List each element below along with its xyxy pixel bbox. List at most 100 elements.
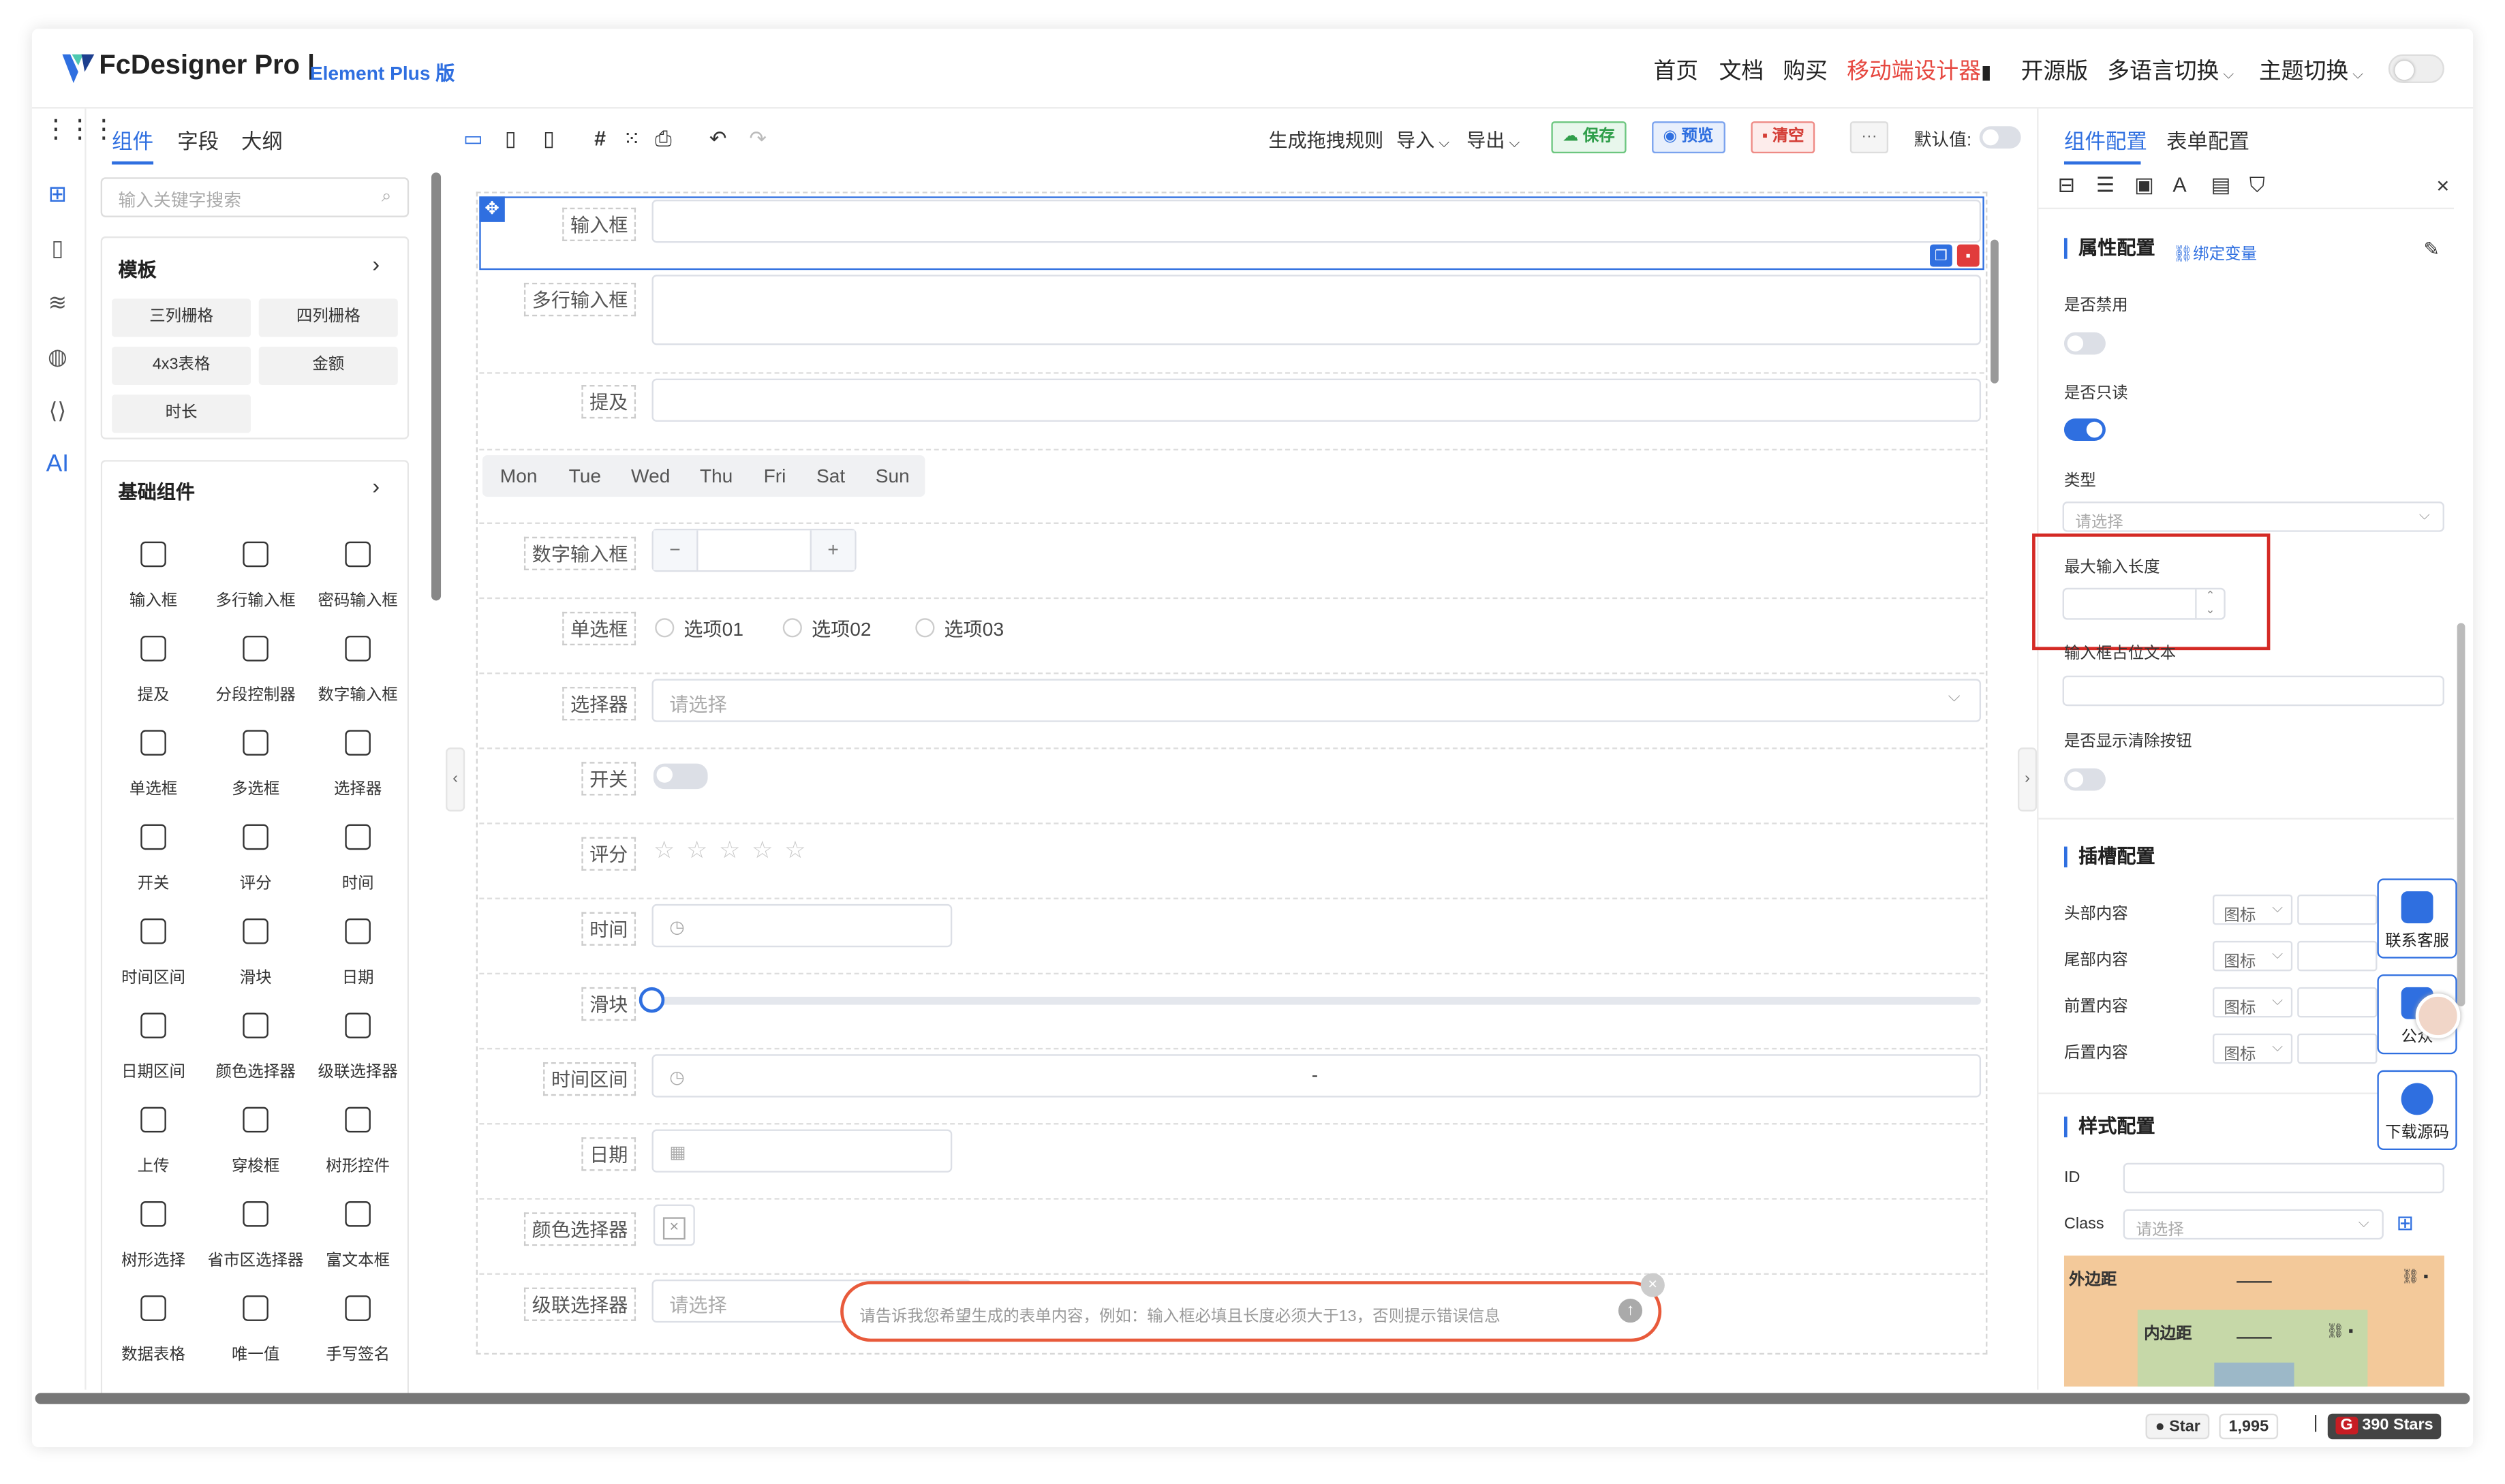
template-duration[interactable]: 时长 <box>112 395 251 433</box>
time-input[interactable]: ◷ <box>651 903 953 948</box>
template-four-col[interactable]: 四列栅格 <box>258 298 398 337</box>
component-unique[interactable]: 唯一值 <box>204 1273 307 1367</box>
canvas-scrollbar[interactable] <box>1991 239 1999 384</box>
apps-grid-icon[interactable]: ⋮⋮⋮ <box>43 117 117 143</box>
disabled-switch[interactable] <box>2063 332 2106 355</box>
star-icon[interactable]: ☆ <box>686 835 708 864</box>
margin-value-line[interactable] <box>2237 1281 2272 1283</box>
class-select[interactable]: 请选择 ⌵ <box>2123 1209 2384 1240</box>
slider-handle[interactable] <box>639 987 665 1013</box>
nav-opensource[interactable]: 开源版 <box>2021 55 2088 87</box>
switch-toggle[interactable] <box>653 763 708 790</box>
weekday-option[interactable]: Sat <box>816 465 845 487</box>
template-amount[interactable]: 金额 <box>258 346 398 386</box>
component-slider[interactable]: 滑块 <box>204 896 307 990</box>
radio-option-1[interactable]: 选项01 <box>655 615 743 643</box>
nav-buy[interactable]: 购买 <box>1783 55 1828 87</box>
theme-toggle[interactable] <box>2388 54 2444 83</box>
component-editor[interactable]: 富文本框 <box>307 1179 409 1273</box>
link-trash-icons[interactable]: ⛓ ▪ <box>2401 1268 2429 1286</box>
collapse-right-button[interactable]: › <box>2017 747 2038 811</box>
id-input[interactable] <box>2123 1162 2444 1194</box>
component-date[interactable]: 日期 <box>307 896 409 990</box>
tab-fields[interactable]: 字段 <box>177 125 219 155</box>
mobile-view-icon[interactable]: ▯ <box>543 126 555 152</box>
component-password[interactable]: 密码输入框 <box>307 519 409 613</box>
function-icon[interactable]: ▣ <box>2134 172 2154 198</box>
print-icon[interactable]: ⎙ <box>655 126 671 152</box>
slider-track[interactable] <box>651 996 1982 1005</box>
component-radio[interactable]: 单选框 <box>102 708 204 802</box>
weekday-option[interactable]: Sun <box>876 465 910 487</box>
props-icon[interactable]: ⊟ <box>2058 172 2076 198</box>
star-icon[interactable]: ☆ <box>654 835 675 864</box>
number-input[interactable]: − + <box>651 528 857 572</box>
component-color[interactable]: 颜色选择器 <box>204 991 307 1085</box>
default-value-switch[interactable] <box>1979 126 2021 149</box>
star-icon[interactable]: ☆ <box>752 835 773 864</box>
book-icon[interactable]: ▯ <box>43 233 72 262</box>
component-mention[interactable]: 提及 <box>102 613 204 707</box>
component-cascader[interactable]: 级联选择器 <box>307 991 409 1085</box>
desktop-view-icon[interactable]: ▭ <box>463 126 483 152</box>
database-icon[interactable]: ≋ <box>43 288 72 316</box>
slot-value-input[interactable] <box>2297 987 2378 1018</box>
slot-type-select[interactable]: 图标 ⌵ <box>2212 894 2293 925</box>
contact-service-button[interactable]: 联系客服 <box>2377 878 2457 959</box>
class-manage-icon[interactable]: ⊞ <box>2397 1211 2414 1237</box>
grid-icon[interactable]: # <box>594 126 606 150</box>
bind-variable-link[interactable]: ⛓绑定变量 <box>2172 240 2257 264</box>
generate-rule-button[interactable]: 生成拖拽规则 <box>1268 126 1383 153</box>
slot-type-select[interactable]: 图标 ⌵ <box>2212 1033 2293 1064</box>
component-daterange[interactable]: 日期区间 <box>102 991 204 1085</box>
component-checkbox[interactable]: 多选框 <box>204 708 307 802</box>
minus-icon[interactable]: − <box>653 530 698 570</box>
redo-icon[interactable]: ↷ <box>750 126 767 152</box>
component-table[interactable]: 数据表格 <box>102 1273 204 1367</box>
weekday-option[interactable]: Thu <box>700 465 733 487</box>
globe-icon[interactable]: ◍ <box>43 342 72 371</box>
copy-icon[interactable]: ❐ <box>1930 244 1952 267</box>
template-three-col[interactable]: 三列栅格 <box>112 298 251 337</box>
color-picker[interactable]: × <box>653 1204 695 1246</box>
nav-theme[interactable]: 主题切换 ⌵ <box>2259 55 2363 87</box>
component-time[interactable]: 时间 <box>307 802 409 896</box>
gitee-stars-badge[interactable]: G 390 Stars <box>2327 1413 2442 1440</box>
slot-value-input[interactable] <box>2297 894 2378 925</box>
plus-icon[interactable]: + <box>810 530 855 570</box>
radio-option-2[interactable]: 选项02 <box>783 615 872 643</box>
github-star-button[interactable]: ● Star <box>2145 1413 2210 1440</box>
nav-home[interactable]: 首页 <box>1653 55 1698 87</box>
component-input[interactable]: 输入框 <box>102 519 204 613</box>
component-region[interactable]: 省市区选择器 <box>204 1179 307 1273</box>
edit-icon[interactable]: ✎ <box>2423 238 2440 260</box>
close-icon[interactable]: × <box>2436 172 2449 198</box>
slot-value-input[interactable] <box>2297 1033 2378 1064</box>
nav-docs[interactable]: 文档 <box>1719 55 1764 87</box>
tab-form-config[interactable]: 表单配置 <box>2166 125 2249 155</box>
nav-mobile-designer[interactable]: 移动端设计器▮ <box>1847 55 1991 87</box>
weekday-option[interactable]: Wed <box>631 465 670 487</box>
chevron-right-icon[interactable]: › <box>372 473 380 499</box>
component-transfer[interactable]: 穿梭框 <box>204 1085 307 1179</box>
star-icon[interactable]: ☆ <box>784 835 806 864</box>
grid-dots-icon[interactable]: ⁙ <box>623 126 641 152</box>
radio-option-3[interactable]: 选项03 <box>915 615 1004 643</box>
text-style-icon[interactable]: A <box>2172 172 2186 196</box>
components-icon[interactable]: ⊞ <box>43 179 72 208</box>
placeholder-input[interactable] <box>2062 675 2444 707</box>
type-select[interactable]: 请选择 ⌵ <box>2062 501 2444 532</box>
drag-handle-icon[interactable]: ✥ <box>479 196 505 222</box>
readonly-switch[interactable] <box>2063 418 2106 442</box>
code-icon[interactable]: ⟨⟩ <box>43 396 72 424</box>
weekday-option[interactable]: Mon <box>500 465 538 487</box>
component-tree[interactable]: 树形控件 <box>307 1085 409 1179</box>
save-button[interactable]: ☁ 保存 <box>1551 121 1627 154</box>
component-segmented[interactable]: 分段控制器 <box>204 613 307 707</box>
undo-icon[interactable]: ↶ <box>709 126 727 152</box>
tab-components[interactable]: 组件 <box>112 125 153 155</box>
preview-button[interactable]: ◉ 预览 <box>1652 121 1725 154</box>
link-trash-icons[interactable]: ⛓ ▪ <box>2326 1323 2353 1340</box>
component-upload[interactable]: 上传 <box>102 1085 204 1179</box>
star-icon[interactable]: ☆ <box>719 835 741 864</box>
